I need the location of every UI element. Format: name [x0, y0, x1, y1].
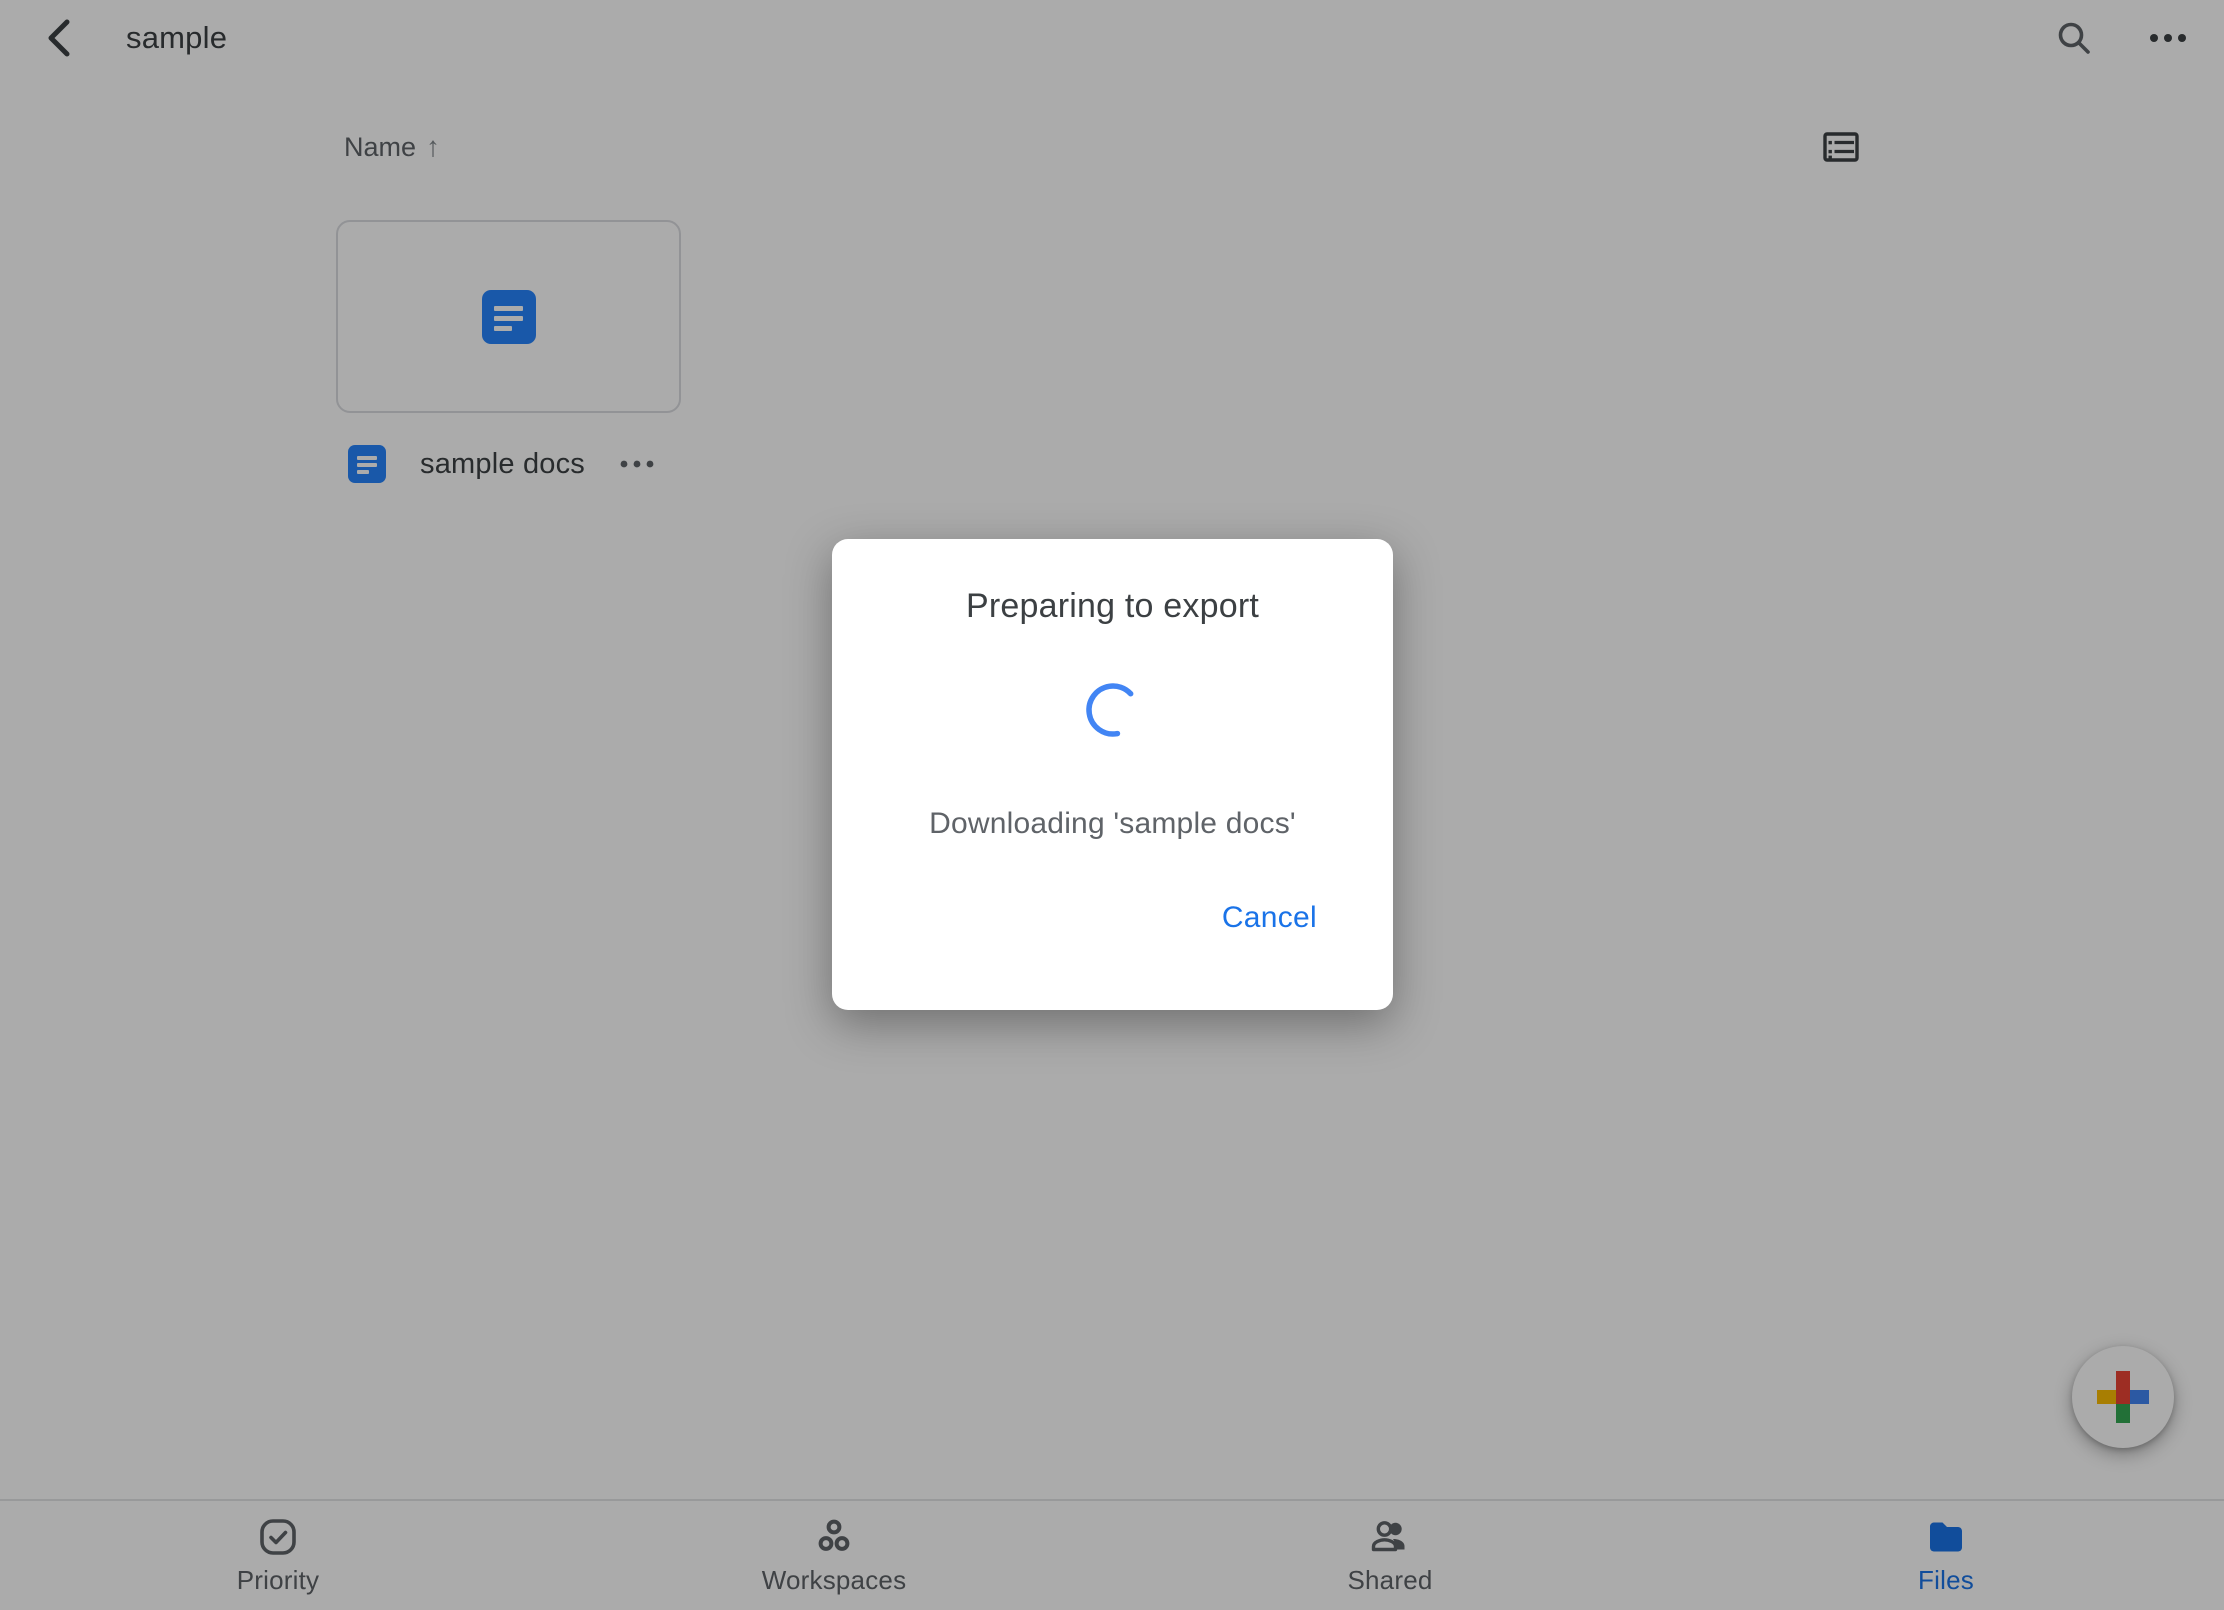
cancel-button[interactable]: Cancel — [1222, 901, 1317, 935]
preparing-to-export-dialog: Preparing to export Downloading 'sample … — [832, 539, 1393, 1010]
progress-spinner-icon — [1084, 681, 1142, 739]
dialog-message: Downloading 'sample docs' — [832, 807, 1393, 841]
dialog-title: Preparing to export — [832, 587, 1393, 626]
drive-screen: sample — [0, 0, 2224, 1610]
dialog-actions: Cancel — [1222, 897, 1317, 939]
